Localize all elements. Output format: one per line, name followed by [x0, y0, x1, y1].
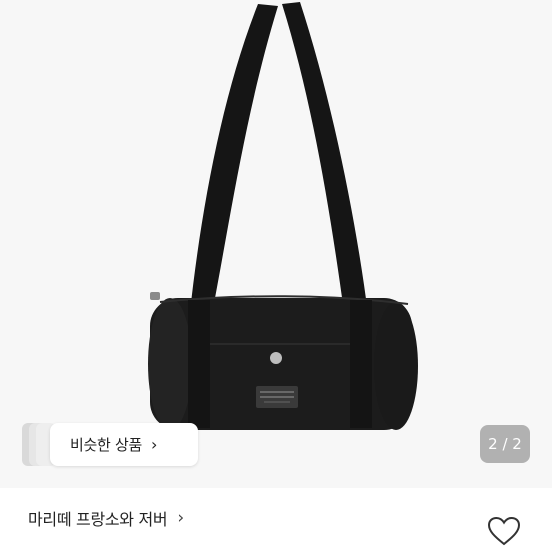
similar-products-button[interactable]: 비슷한 상품 ›	[50, 423, 198, 466]
chevron-right-icon: ›	[177, 507, 185, 528]
store-row: 마리떼 프랑소와 저버 ›	[0, 488, 552, 552]
store-link[interactable]: 마리떼 프랑소와 저버 ›	[28, 506, 184, 530]
chevron-right-icon: ›	[150, 434, 158, 454]
image-pager-badge: 2 / 2	[480, 425, 530, 463]
bag-illustration	[148, 2, 418, 430]
product-image[interactable]: 비슷한 상품 › 2 / 2	[0, 0, 552, 488]
similar-products-label: 비슷한 상품	[70, 436, 142, 454]
heart-icon[interactable]	[486, 515, 522, 547]
store-name: 마리떼 프랑소와 저버	[28, 510, 168, 529]
